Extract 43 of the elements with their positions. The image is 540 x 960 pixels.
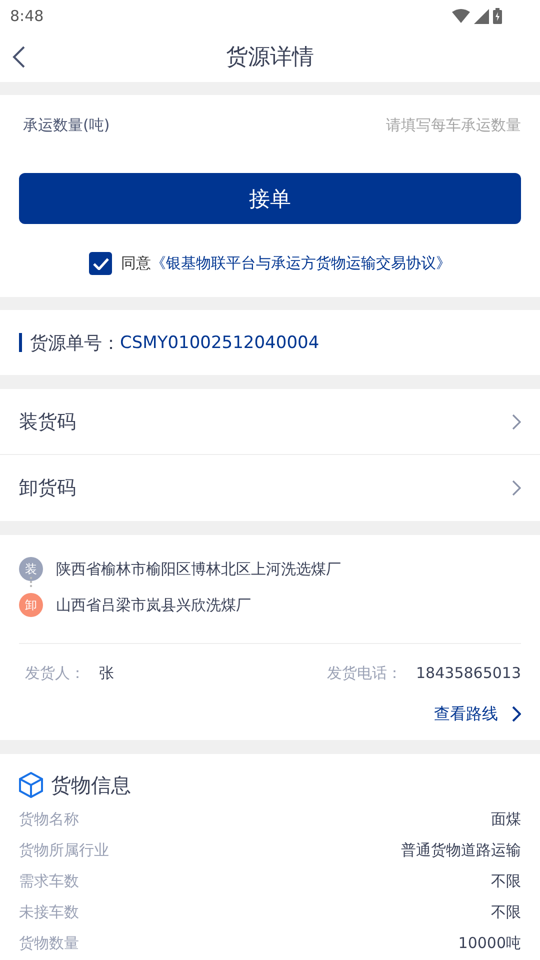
accept-order-button[interactable]: 接单	[19, 173, 521, 224]
code-row[interactable]: 卸货码	[0, 455, 540, 521]
cube-icon	[19, 772, 43, 798]
info-value: 普通货物道路运输	[401, 841, 521, 860]
page-title: 货源详情	[226, 44, 314, 72]
code-label: 卸货码	[19, 476, 76, 501]
view-route-link[interactable]: 查看路线	[434, 704, 521, 724]
info-label: 需求车数	[19, 872, 79, 891]
info-value: 不限	[491, 872, 521, 891]
battery-icon	[493, 8, 502, 24]
code-row[interactable]: 装货码	[0, 389, 540, 455]
info-value: 面煤	[491, 810, 521, 829]
wifi-icon	[452, 9, 470, 23]
stop-address: 山西省吕梁市岚县兴欣洗煤厂	[56, 596, 251, 614]
section-title: 货物信息	[51, 772, 131, 798]
shipper-label: 发货人：	[25, 664, 85, 682]
chevron-icon	[512, 480, 521, 496]
order-number-label: 货源单号：	[30, 332, 120, 354]
signal-icon	[474, 8, 489, 24]
stop-badge: 装	[19, 557, 43, 581]
agreement-text: 同意《银基物联平台与承运方货物运输交易协议》	[121, 254, 451, 273]
info-value: 10000吨	[458, 934, 521, 953]
stop-badge: 卸	[19, 593, 43, 617]
chevron-icon	[512, 414, 521, 430]
check-icon	[92, 258, 108, 270]
info-label: 货物所属行业	[19, 841, 109, 860]
agreement-link[interactable]: 《银基物联平台与承运方货物运输交易协议》	[151, 254, 451, 272]
shipper-name: 张	[99, 664, 114, 682]
info-label: 货物数量	[19, 934, 79, 953]
stop-address: 陕西省榆林市榆阳区博林北区上河洗选煤厂	[56, 560, 341, 578]
quantity-input[interactable]: 请填写每车承运数量	[110, 116, 521, 134]
status-time: 8:48	[10, 7, 44, 25]
info-label: 未接车数	[19, 903, 79, 922]
back-icon[interactable]	[12, 46, 26, 68]
agree-checkbox[interactable]	[89, 252, 112, 275]
code-label: 装货码	[19, 410, 76, 434]
info-value: 不限	[491, 903, 521, 922]
chevron-icon	[512, 706, 521, 722]
info-label: 货物名称	[19, 810, 79, 829]
phone-label: 发货电话：	[327, 664, 402, 682]
order-number: CSMY01002512040004	[120, 332, 320, 352]
phone-number: 18435865013	[416, 664, 521, 682]
field-label: 承运数量(吨)	[23, 116, 110, 134]
